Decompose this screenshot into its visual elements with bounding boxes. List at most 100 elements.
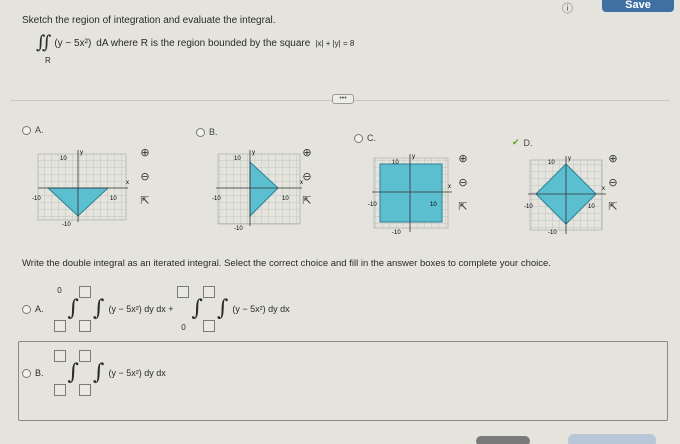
integral-sign: ∫ bbox=[216, 296, 229, 321]
option-a-label: A. bbox=[35, 125, 44, 135]
choice-a-upper1: 0 bbox=[57, 286, 62, 295]
zoom-out-icon[interactable]: ⊖ bbox=[300, 170, 314, 184]
zoom-out-icon[interactable]: ⊖ bbox=[138, 170, 152, 184]
option-a[interactable]: A. bbox=[22, 125, 44, 135]
integral-sign: ∫ bbox=[67, 296, 79, 321]
check-answer-button[interactable] bbox=[568, 434, 656, 444]
radio-a[interactable] bbox=[22, 125, 31, 135]
graph-c-top-label: 10 bbox=[392, 160, 399, 166]
answer-box[interactable] bbox=[78, 286, 91, 298]
external-link-icon[interactable]: ⇱ bbox=[300, 194, 314, 208]
radio-c[interactable] bbox=[354, 133, 363, 143]
choice-a[interactable]: A. 0 ∫ ∫ (y − 5x²) dy dx + 0 ∫ ∫ (y − 5x… bbox=[22, 286, 294, 332]
graph-b-left-label: -10 bbox=[212, 196, 221, 202]
problem-integral: ∬ (y − 5x²) dA where R is the region bou… bbox=[36, 34, 354, 52]
choice-a-lower2: 0 bbox=[181, 323, 186, 332]
zoom-in-icon[interactable]: ⊕ bbox=[300, 146, 314, 160]
radio-b[interactable] bbox=[196, 127, 205, 137]
integral-sign: ∫ bbox=[92, 296, 105, 321]
external-link-icon[interactable]: ⇱ bbox=[138, 194, 152, 208]
graph-a-top-label: 10 bbox=[60, 156, 67, 162]
graph-a-left-label: -10 bbox=[32, 196, 41, 202]
graph-b-tools: ⊕ ⊖ ⇱ bbox=[300, 146, 314, 208]
graph-a-bottom-label: -10 bbox=[62, 222, 71, 226]
graph-d-x-label: x bbox=[602, 186, 605, 192]
progress-pill bbox=[476, 436, 530, 444]
answer-box[interactable] bbox=[53, 384, 66, 396]
choice-b-integrand: (y − 5x²) dy dx bbox=[108, 368, 166, 378]
choice-a-integrand1: (y − 5x²) dy dx + bbox=[108, 304, 174, 314]
graph-d: y x 10 -10 10 -10 bbox=[524, 156, 606, 236]
answer-box[interactable] bbox=[53, 320, 66, 332]
graph-c: y x 10 -10 10 -10 bbox=[368, 154, 452, 236]
option-d-label: D. bbox=[523, 137, 533, 148]
double-integral-sign: ∬ bbox=[36, 32, 52, 53]
graph-b: y x 10 -10 10 -10 bbox=[212, 150, 303, 230]
external-link-icon[interactable]: ⇱ bbox=[456, 200, 470, 214]
choice-b-inner-limits bbox=[78, 350, 91, 396]
zoom-in-icon[interactable]: ⊕ bbox=[456, 152, 470, 166]
problem-prompt: Sketch the region of integration and eva… bbox=[22, 15, 276, 26]
graph-d-tools: ⊕ ⊖ ⇱ bbox=[606, 152, 620, 214]
expand-button[interactable]: ••• bbox=[332, 94, 354, 104]
choice-a-label: A. bbox=[35, 304, 44, 314]
zoom-in-icon[interactable]: ⊕ bbox=[606, 152, 620, 166]
graph-d-right-label: 10 bbox=[588, 204, 595, 210]
option-b[interactable]: B. bbox=[196, 127, 218, 137]
choice-a-outer-limits-2: 0 bbox=[177, 286, 190, 332]
integral-sign: ∫ bbox=[191, 296, 203, 321]
graph-b-bottom-label: -10 bbox=[234, 226, 243, 230]
graph-c-tools: ⊕ ⊖ ⇱ bbox=[456, 152, 470, 214]
graph-b-right-label: 10 bbox=[282, 196, 289, 202]
option-c-label: C. bbox=[367, 133, 376, 143]
answer-box[interactable] bbox=[78, 350, 91, 362]
zoom-out-icon[interactable]: ⊖ bbox=[606, 176, 620, 190]
zoom-in-icon[interactable]: ⊕ bbox=[138, 146, 152, 160]
graph-c-right-label: 10 bbox=[430, 202, 437, 208]
radio-choice-a[interactable] bbox=[22, 304, 31, 314]
graph-a-y-label: y bbox=[80, 150, 83, 156]
graph-c-bottom-label: -10 bbox=[392, 230, 401, 236]
problem-differential: dA where R is the region bounded by the … bbox=[96, 37, 311, 49]
save-button[interactable]: Save bbox=[602, 0, 674, 12]
answer-box[interactable] bbox=[78, 384, 91, 396]
region-subscript: R bbox=[45, 56, 51, 65]
graph-d-y-label: y bbox=[568, 156, 571, 162]
graph-a: y x 10 -10 10 -10 bbox=[32, 150, 129, 226]
graph-c-x-label: x bbox=[448, 184, 451, 190]
graph-d-top-label: 10 bbox=[548, 160, 555, 166]
graph-c-left-label: -10 bbox=[368, 202, 377, 208]
question-circle-icon[interactable]: ⓘ bbox=[562, 0, 573, 16]
option-d[interactable]: ✔ D. bbox=[512, 137, 533, 148]
external-link-icon[interactable]: ⇱ bbox=[606, 200, 620, 214]
integral-sign: ∫ bbox=[92, 360, 105, 385]
choice-b-label: B. bbox=[35, 368, 44, 378]
problem-integrand: (y − 5x²) bbox=[54, 37, 92, 49]
check-icon: ✔ bbox=[512, 137, 520, 147]
choice-a-outer-limits-1: 0 bbox=[53, 286, 66, 332]
option-b-label: B. bbox=[209, 127, 218, 137]
graph-b-top-label: 10 bbox=[234, 156, 241, 162]
choice-a-integrand2: (y − 5x²) dy dx bbox=[232, 304, 290, 314]
zoom-out-icon[interactable]: ⊖ bbox=[456, 176, 470, 190]
choice-b-outer-limits bbox=[53, 350, 66, 396]
radio-choice-b[interactable] bbox=[22, 368, 31, 378]
graph-a-tools: ⊕ ⊖ ⇱ bbox=[138, 146, 152, 208]
answer-box[interactable] bbox=[53, 350, 66, 362]
graph-d-bottom-label: -10 bbox=[548, 230, 557, 236]
answer-box[interactable] bbox=[202, 320, 215, 332]
graph-a-x-label: x bbox=[126, 180, 129, 186]
choice-a-inner-limits-2 bbox=[202, 286, 215, 332]
answer-box[interactable] bbox=[202, 286, 215, 298]
graph-b-y-label: y bbox=[252, 150, 255, 156]
answer-box[interactable] bbox=[177, 286, 190, 298]
integral-sign: ∫ bbox=[67, 360, 79, 385]
graph-a-right-label: 10 bbox=[110, 196, 117, 202]
write-prompt: Write the double integral as an iterated… bbox=[22, 258, 551, 269]
problem-square-eq: |x| + |y| = 8 bbox=[315, 38, 355, 48]
answer-box[interactable] bbox=[78, 320, 91, 332]
option-c[interactable]: C. bbox=[354, 133, 376, 143]
choice-a-inner-limits-1 bbox=[78, 286, 91, 332]
graph-d-left-label: -10 bbox=[524, 204, 533, 210]
choice-b[interactable]: B. ∫ ∫ (y − 5x²) dy dx bbox=[22, 350, 170, 396]
